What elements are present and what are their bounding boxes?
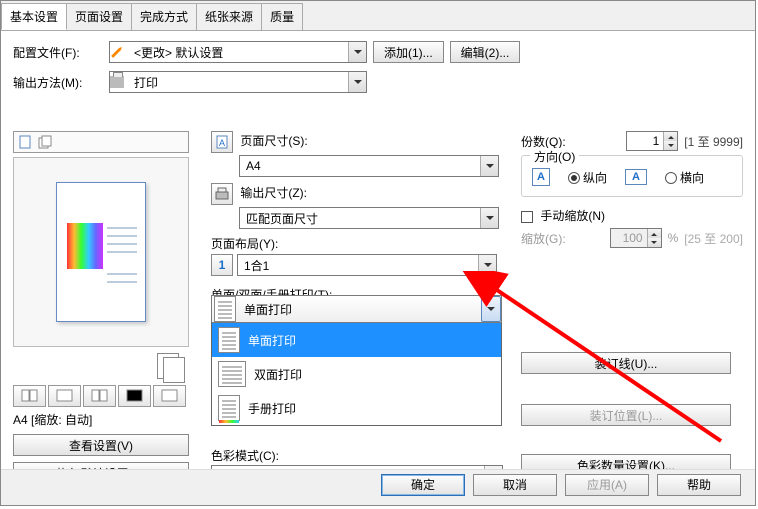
page-preview (13, 157, 189, 347)
add-profile-button[interactable]: 添加(1)... (373, 41, 444, 63)
preview-status: A4 [缩放: 自动] (13, 411, 193, 428)
scaling-unit: % (668, 231, 679, 245)
output-size-value: 匹配页面尺寸 (240, 210, 480, 227)
duplex-option-single[interactable]: 单面打印 (212, 323, 501, 357)
apply-button: 应用(A) (565, 474, 649, 496)
page-size-icon: A (211, 131, 233, 153)
output-method-label: 输出方法(M): (13, 74, 103, 91)
tab-finishing[interactable]: 完成方式 (131, 3, 197, 30)
pencil-icon (107, 42, 127, 62)
landscape-radio[interactable] (665, 172, 677, 184)
portrait-radio[interactable] (568, 172, 580, 184)
page-portrait-icon[interactable] (18, 135, 34, 149)
duplex-option-double[interactable]: 双面打印 (212, 357, 501, 391)
layout-option-5[interactable] (153, 385, 186, 407)
output-size-icon (211, 183, 233, 205)
scaling-label: 缩放(G): (521, 230, 566, 247)
scaling-spinner: 100 (610, 228, 662, 248)
edit-profile-button[interactable]: 编辑(2)... (450, 41, 521, 63)
duplex-option-label: 双面打印 (254, 366, 302, 383)
multi-page-icon (157, 353, 191, 383)
orientation-label: 方向(O) (530, 148, 579, 165)
duplex-selected: 单面打印 (244, 301, 292, 318)
page-thumbnail (56, 182, 146, 322)
spin-down-icon (648, 238, 661, 247)
copies-range: [1 至 9999] (684, 133, 743, 150)
output-method-combo[interactable]: 打印 (109, 71, 367, 93)
layout-combo[interactable]: 1合1 (237, 254, 497, 276)
chevron-down-icon (348, 42, 366, 62)
spin-up-icon[interactable] (664, 132, 677, 141)
tab-quality[interactable]: 质量 (261, 3, 303, 30)
spin-up-icon (648, 229, 661, 238)
profile-combo[interactable]: <更改> 默认设置 (109, 41, 367, 63)
duplex-option-label: 单面打印 (248, 332, 296, 349)
copies-value: 1 (627, 134, 663, 148)
output-size-label: 输出尺寸(Z): (240, 186, 307, 200)
tab-panel-basic: 配置文件(F): <更改> 默认设置 添加(1)... 编辑(2)... 输出方… (1, 31, 755, 481)
page-size-value: A4 (240, 159, 480, 173)
duplex-option-booklet[interactable]: 手册打印 (212, 391, 501, 425)
tab-paper-source[interactable]: 纸张来源 (196, 3, 262, 30)
tab-bar: 基本设置 页面设置 完成方式 纸张来源 质量 (1, 1, 755, 31)
landscape-label: 横向 (680, 171, 704, 185)
chevron-down-icon (348, 72, 366, 92)
binding-position-button: 装订位置(L)... (521, 404, 731, 426)
page-stack-icon[interactable] (38, 135, 54, 149)
layout-option-3[interactable] (83, 385, 116, 407)
layout-option-4[interactable] (118, 385, 151, 407)
output-size-combo[interactable]: 匹配页面尺寸 (239, 207, 499, 229)
chevron-down-icon (480, 208, 498, 228)
portrait-icon: A (532, 168, 550, 186)
duplex-dropdown: 单面打印 单面打印 双面打印 手册打印 (211, 295, 502, 426)
view-settings-button[interactable]: 查看设置(V) (13, 434, 189, 456)
color-mode-label: 色彩模式(C): (211, 447, 279, 464)
chevron-down-icon (478, 255, 496, 275)
profile-label: 配置文件(F): (13, 44, 103, 61)
portrait-label: 纵向 (583, 171, 607, 185)
preview-mode-bar (13, 131, 189, 153)
copies-spinner[interactable]: 1 (626, 131, 678, 151)
layout-option-2[interactable] (48, 385, 81, 407)
binding-line-button[interactable]: 装订线(U)... (521, 352, 731, 374)
scaling-value: 100 (611, 231, 647, 245)
color-sample-icon (67, 223, 103, 269)
layout-value: 1合1 (238, 257, 478, 274)
spin-down-icon[interactable] (664, 141, 677, 150)
svg-text:A: A (219, 138, 225, 148)
profile-value: <更改> 默认设置 (128, 44, 348, 61)
chevron-down-icon[interactable] (481, 296, 501, 322)
ok-button[interactable]: 确定 (381, 474, 465, 496)
tab-page-setup[interactable]: 页面设置 (66, 3, 132, 30)
duplex-option-list: 单面打印 双面打印 手册打印 (211, 323, 502, 426)
landscape-icon: A (625, 169, 647, 185)
duplex-option-label: 手册打印 (248, 400, 296, 417)
layout-label: 页面布局(Y): (211, 235, 507, 252)
printer-icon (110, 76, 124, 88)
dialog-button-bar: 确定 取消 应用(A) 帮助 (1, 469, 755, 499)
booklet-icon (218, 395, 240, 421)
scaling-range: [25 至 200] (684, 230, 743, 247)
tab-basic[interactable]: 基本设置 (1, 3, 67, 30)
single-page-icon (218, 327, 240, 353)
manual-scale-label: 手动缩放(N) (540, 209, 605, 223)
layout-option-1[interactable] (13, 385, 46, 407)
chevron-down-icon (480, 156, 498, 176)
copies-label: 份数(Q): (521, 133, 566, 150)
single-page-icon (214, 296, 236, 322)
page-size-combo[interactable]: A4 (239, 155, 499, 177)
double-page-icon (218, 361, 246, 387)
orientation-group: 方向(O) A 纵向 A 横向 (521, 155, 743, 197)
duplex-combo[interactable]: 单面打印 (211, 295, 502, 323)
cancel-button[interactable]: 取消 (473, 474, 557, 496)
manual-scale-checkbox[interactable] (521, 211, 533, 223)
layout-icon[interactable]: 1 (211, 254, 233, 276)
page-size-label: 页面尺寸(S): (240, 134, 307, 148)
output-method-value: 打印 (128, 74, 348, 91)
help-button[interactable]: 帮助 (657, 474, 741, 496)
